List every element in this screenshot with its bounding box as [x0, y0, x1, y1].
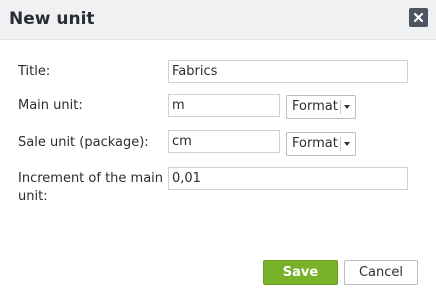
save-button[interactable]: Save [263, 260, 338, 285]
format-dropdown-label: Format [292, 136, 338, 151]
chevron-down-icon [344, 105, 350, 109]
format-dropdown-label: Format [292, 99, 338, 114]
chevron-down-icon [344, 142, 350, 146]
main-unit-format-dropdown[interactable]: Format [286, 95, 356, 119]
sale-unit-field[interactable] [168, 130, 280, 153]
title-field[interactable] [168, 60, 408, 83]
dropdown-divider [340, 137, 341, 151]
cancel-button[interactable]: Cancel [344, 260, 418, 285]
increment-label-line1: Increment of the main [18, 171, 164, 186]
sale-unit-label: Sale unit (package): [18, 135, 149, 150]
main-unit-field[interactable] [168, 94, 280, 117]
dialog-title: New unit [9, 9, 95, 29]
close-icon [413, 12, 424, 23]
dropdown-divider [340, 100, 341, 114]
increment-field[interactable] [168, 167, 408, 190]
sale-unit-format-dropdown[interactable]: Format [286, 132, 356, 156]
new-unit-dialog: New unit Title: Main unit: Format Sale u… [0, 0, 436, 295]
main-unit-label: Main unit: [18, 98, 83, 113]
close-button[interactable] [409, 8, 428, 27]
increment-label-line2: unit: [18, 189, 48, 204]
increment-label: Increment of the main unit: [18, 170, 163, 206]
title-label: Title: [18, 64, 51, 79]
dialog-titlebar: New unit [0, 0, 436, 40]
